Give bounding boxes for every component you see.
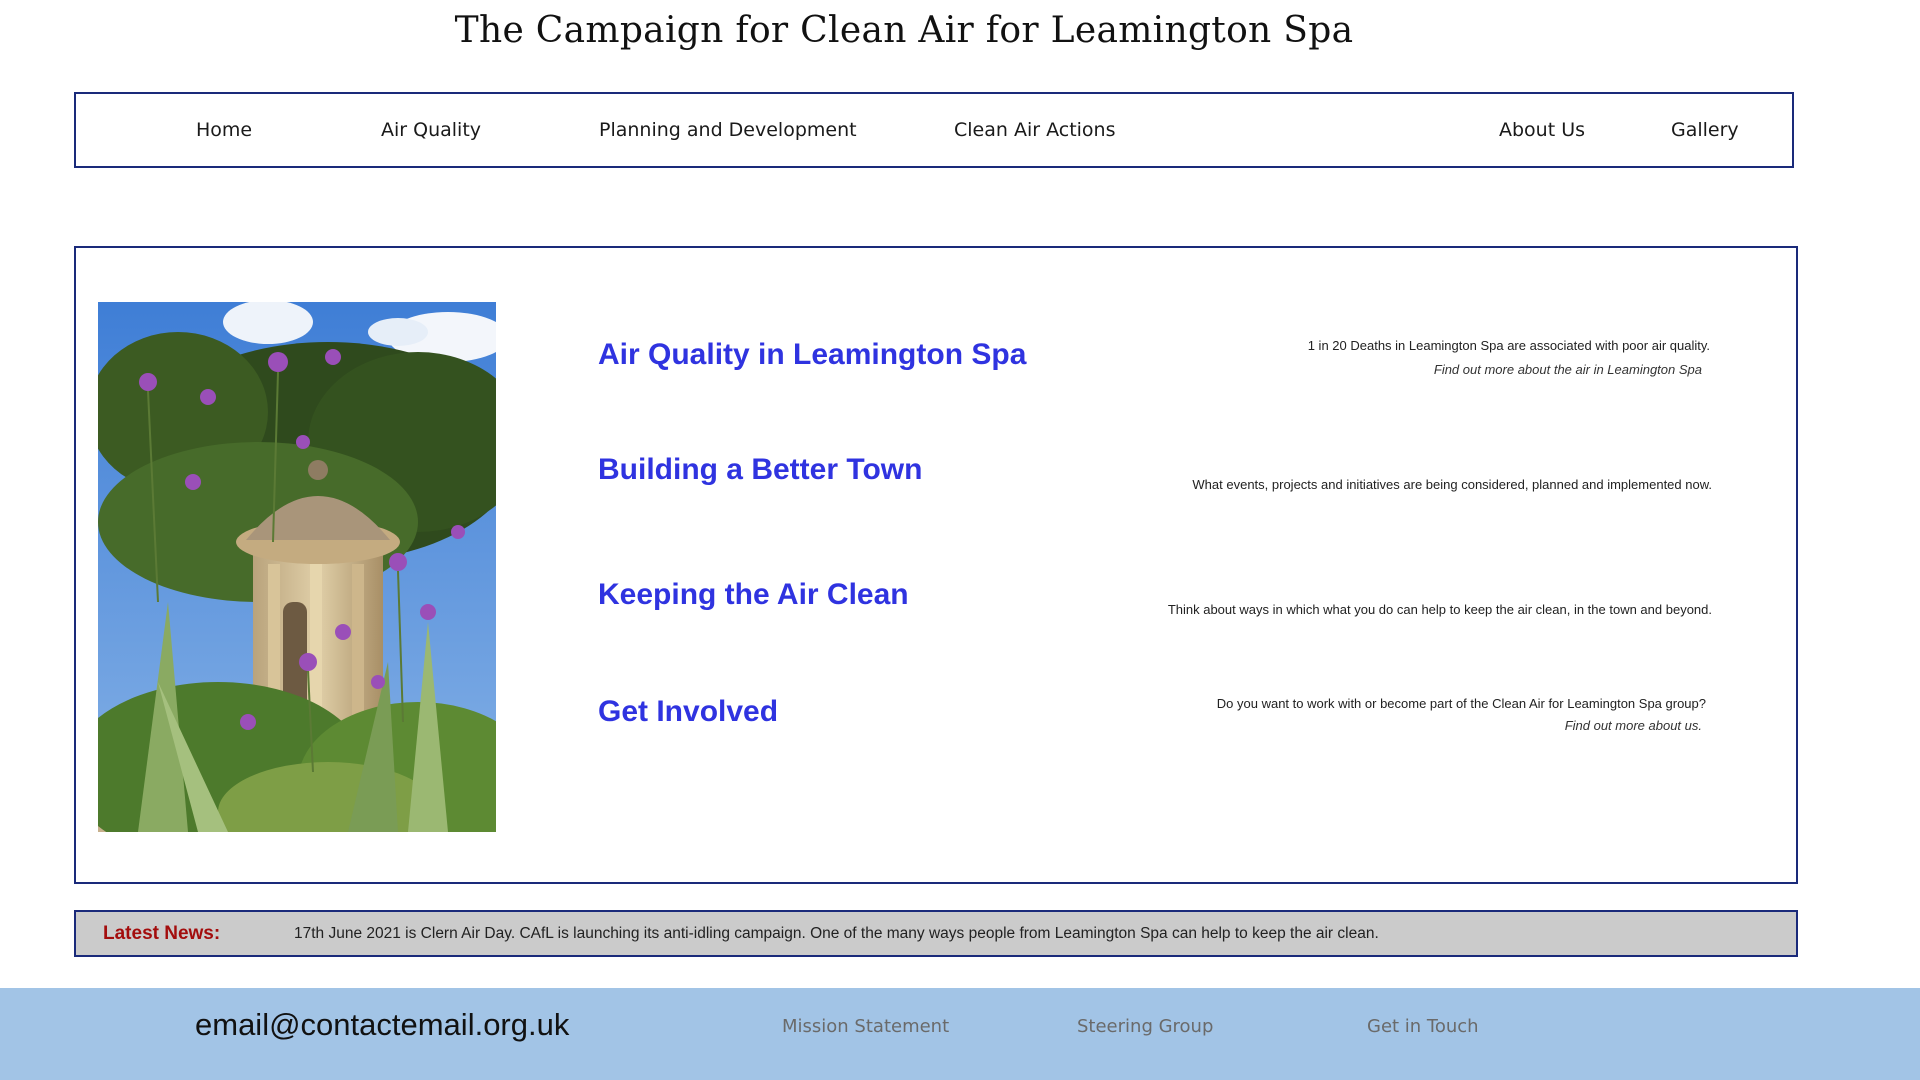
footer-mission-statement[interactable]: Mission Statement [782,988,949,1056]
site-footer: email@contactemail.org.uk Mission Statem… [0,988,1920,1080]
feature-panel: Air Quality in Leamington Spa 1 in 20 De… [74,246,1798,884]
better-town-description: What events, projects and initiatives ar… [1192,477,1712,492]
air-quality-link[interactable]: Air Quality in Leamington Spa [598,338,1026,372]
nav-air-quality[interactable]: Air Quality [381,94,481,166]
footer-steering-group[interactable]: Steering Group [1077,988,1213,1056]
nav-about-us[interactable]: About Us [1499,94,1585,166]
footer-get-in-touch[interactable]: Get in Touch [1367,988,1479,1056]
keeping-air-clean-description: Think about ways in which what you do ca… [1167,602,1712,617]
get-involved-link[interactable]: Get Involved [598,695,778,729]
air-quality-more-link[interactable]: Find out more about the air in Leamingto… [1434,362,1702,377]
keeping-air-clean-link[interactable]: Keeping the Air Clean [598,578,909,612]
nav-home[interactable]: Home [196,94,252,166]
garden-rotunda-photo [98,302,496,832]
get-involved-description: Do you want to work with or become part … [1216,696,1706,711]
latest-news-text: 17th June 2021 is Clern Air Day. CAfL is… [294,925,1379,942]
nav-gallery[interactable]: Gallery [1671,94,1739,166]
footer-email-link[interactable]: email@contactemail.org.uk [195,988,569,1054]
get-involved-more-link[interactable]: Find out more about us. [1565,718,1702,733]
better-town-link[interactable]: Building a Better Town [598,453,922,487]
site-title: The Campaign for Clean Air for Leamingto… [454,10,1354,51]
latest-news-label: Latest News: [103,923,221,944]
main-nav: Home Air Quality Planning and Developmen… [74,92,1794,168]
nav-clean-air-actions[interactable]: Clean Air Actions [954,94,1116,166]
nav-planning-and-development[interactable]: Planning and Development [599,94,857,166]
latest-news-bar: Latest News: 17th June 2021 is Clern Air… [74,910,1798,957]
air-quality-description: 1 in 20 Deaths in Leamington Spa are ass… [1307,338,1710,353]
